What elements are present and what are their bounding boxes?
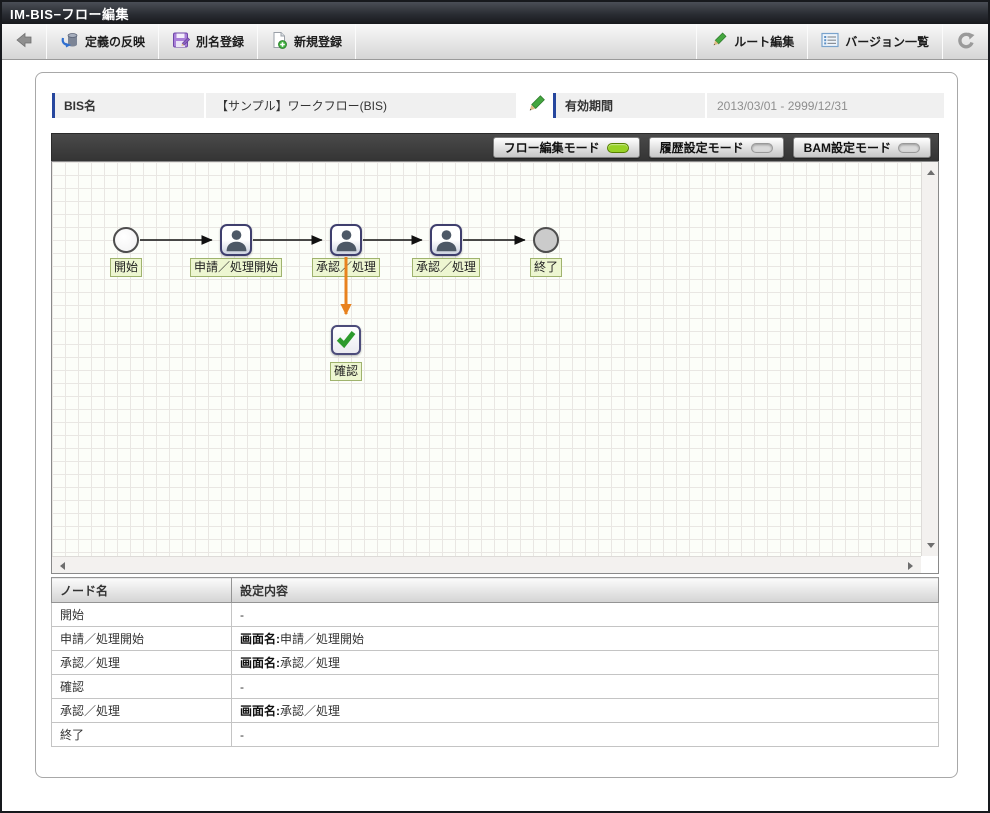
bis-name-label: BIS名	[52, 93, 204, 118]
table-row: 開始 -	[52, 603, 939, 627]
settings-prefix: 画面名:	[240, 656, 280, 670]
mode-history-label: 履歴設定モード	[660, 139, 744, 156]
node-name-cell: 開始	[52, 603, 232, 627]
database-reflect-icon	[60, 31, 79, 52]
flow-node-label: 終了	[530, 258, 562, 277]
scrollbar-corner	[921, 556, 938, 573]
mode-bar: フロー編集モード 履歴設定モード BAM設定モード	[51, 133, 939, 161]
mode-flow-edit-indicator	[607, 143, 629, 153]
table-row: 終了 -	[52, 723, 939, 747]
mode-flow-edit-label: フロー編集モード	[504, 139, 600, 156]
mode-flow-edit-button[interactable]: フロー編集モード	[493, 137, 640, 158]
mode-history-indicator	[751, 143, 773, 153]
mode-bam-button[interactable]: BAM設定モード	[793, 137, 931, 158]
person-icon	[223, 226, 250, 254]
floppy-pencil-icon	[172, 31, 190, 52]
mode-bam-indicator	[898, 143, 920, 153]
version-list-label: バージョン一覧	[845, 33, 929, 50]
flow-node-task[interactable]	[430, 224, 462, 256]
new-register-label: 新規登録	[294, 33, 342, 50]
flow-node-task[interactable]	[330, 224, 362, 256]
check-icon	[334, 326, 358, 355]
flow-canvas[interactable]: 開始 申請／処理開始 承認／処理 承認／処理 終了 確認	[51, 161, 939, 574]
flow-node-label: 申請／処理開始	[190, 258, 282, 277]
settings-value: 承認／処理	[280, 656, 340, 670]
settings-cell: 画面名:承認／処理	[232, 699, 939, 723]
node-name-cell: 承認／処理	[52, 699, 232, 723]
scroll-down-button[interactable]	[922, 537, 939, 554]
title-bar: IM-BIS−フロー編集	[2, 2, 988, 24]
settings-prefix: 画面名:	[240, 632, 280, 646]
settings-prefix: 画面名:	[240, 704, 280, 718]
edit-bis-name-button[interactable]	[524, 94, 548, 117]
settings-value: -	[240, 728, 244, 742]
mode-history-button[interactable]: 履歴設定モード	[649, 137, 784, 158]
column-header-settings: 設定内容	[232, 578, 939, 603]
settings-value: 承認／処理	[280, 704, 340, 718]
reflect-definition-button[interactable]: 定義の反映	[47, 24, 158, 59]
flow-node-confirm[interactable]	[331, 325, 361, 355]
reflect-definition-label: 定義の反映	[85, 33, 145, 50]
node-settings-table: ノード名 設定内容 開始 - 申請／処理開始 画面名:申請／処理開始 承認／処理…	[51, 577, 939, 747]
settings-value: -	[240, 608, 244, 622]
alias-register-label: 別名登録	[196, 33, 244, 50]
flow-node-label: 承認／処理	[412, 258, 480, 277]
alias-register-button[interactable]: 別名登録	[159, 24, 257, 59]
column-header-node-name: ノード名	[52, 578, 232, 603]
settings-cell: -	[232, 723, 939, 747]
table-row: 申請／処理開始 画面名:申請／処理開始	[52, 627, 939, 651]
flow-node-label: 開始	[110, 258, 142, 277]
green-pencil-icon	[710, 31, 728, 52]
person-icon	[333, 226, 360, 254]
refresh-button[interactable]	[943, 24, 988, 59]
main-panel: BIS名 【サンプル】ワークフロー(BIS) 有効期間 2013/03/01 -…	[35, 72, 958, 778]
settings-cell: -	[232, 675, 939, 699]
im-bis-window: IM-BIS−フロー編集 定義の反映	[0, 0, 990, 813]
settings-value: -	[240, 680, 244, 694]
version-list-icon	[821, 32, 839, 51]
node-name-cell: 承認／処理	[52, 651, 232, 675]
node-name-cell: 確認	[52, 675, 232, 699]
page-title: IM-BIS−フロー編集	[10, 4, 129, 23]
scroll-left-button[interactable]	[54, 557, 71, 574]
flow-connectors	[52, 162, 938, 573]
settings-cell: -	[232, 603, 939, 627]
refresh-icon	[956, 31, 975, 53]
green-pencil-icon	[526, 102, 546, 117]
valid-period-value: 2013/03/01 - 2999/12/31	[707, 93, 944, 118]
back-button[interactable]	[2, 24, 46, 59]
person-icon	[433, 226, 460, 254]
route-edit-label: ルート編集	[734, 33, 794, 50]
table-row: 確認 -	[52, 675, 939, 699]
node-name-cell: 終了	[52, 723, 232, 747]
table-row: 承認／処理 画面名:承認／処理	[52, 651, 939, 675]
table-header-row: ノード名 設定内容	[52, 578, 939, 603]
settings-value: 申請／処理開始	[280, 632, 364, 646]
flow-node-end[interactable]	[533, 227, 559, 253]
vertical-scrollbar[interactable]	[921, 162, 938, 556]
node-name-cell: 申請／処理開始	[52, 627, 232, 651]
valid-period-label: 有効期間	[553, 93, 705, 118]
flow-editor: フロー編集モード 履歴設定モード BAM設定モード	[51, 133, 939, 574]
horizontal-scrollbar[interactable]	[52, 556, 921, 573]
mode-bam-label: BAM設定モード	[804, 139, 891, 156]
flow-node-label: 承認／処理	[312, 258, 380, 277]
toolbar-spacer	[356, 24, 696, 59]
settings-cell: 画面名:申請／処理開始	[232, 627, 939, 651]
flow-node-task[interactable]	[220, 224, 252, 256]
back-arrow-icon	[15, 31, 33, 52]
bis-name-value: 【サンプル】ワークフロー(BIS)	[206, 93, 516, 118]
table-row: 承認／処理 画面名:承認／処理	[52, 699, 939, 723]
scroll-right-button[interactable]	[902, 557, 919, 574]
settings-cell: 画面名:承認／処理	[232, 651, 939, 675]
flow-node-start[interactable]	[113, 227, 139, 253]
new-register-button[interactable]: 新規登録	[258, 24, 355, 59]
version-list-button[interactable]: バージョン一覧	[808, 24, 942, 59]
flow-node-label: 確認	[330, 362, 362, 381]
route-edit-button[interactable]: ルート編集	[697, 24, 807, 59]
scroll-up-button[interactable]	[922, 164, 939, 181]
toolbar: 定義の反映 別名登録	[2, 24, 988, 60]
document-plus-icon	[271, 31, 288, 52]
